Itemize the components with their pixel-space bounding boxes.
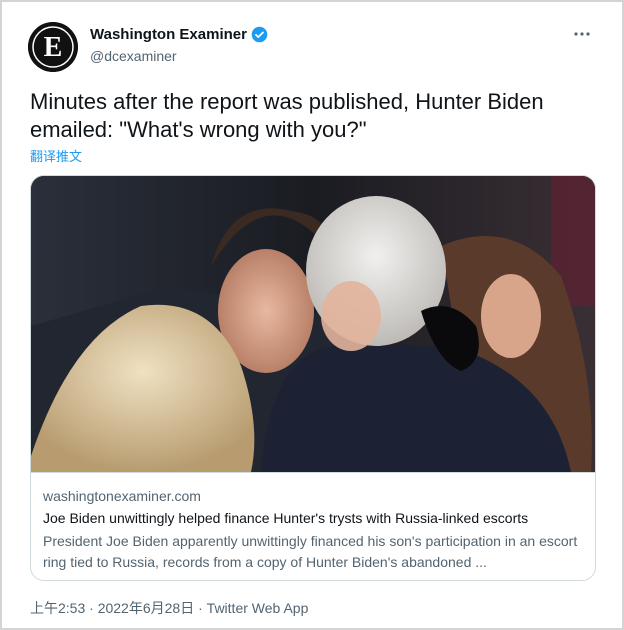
author-display-name[interactable]: Washington Examiner — [90, 26, 247, 43]
tweet-text: Minutes after the report was published, … — [30, 89, 544, 142]
more-dots-icon[interactable] — [572, 24, 592, 44]
source-app-link[interactable]: Twitter Web App — [207, 600, 309, 616]
card-photo — [31, 176, 595, 472]
verified-badge-icon — [251, 26, 268, 43]
card-domain: washingtonexaminer.com — [43, 488, 201, 504]
author-avatar[interactable]: E — [28, 22, 78, 72]
link-card[interactable]: washingtonexaminer.com Joe Biden unwitti… — [30, 175, 596, 581]
card-title: Joe Biden unwittingly helped finance Hun… — [43, 510, 529, 526]
card-description: President Joe Biden apparently unwitting… — [43, 533, 578, 570]
card-body: washingtonexaminer.com Joe Biden unwitti… — [31, 472, 595, 580]
tweet-date[interactable]: 2022年6月28日 — [98, 600, 195, 616]
author-handle[interactable]: @dcexaminer — [90, 48, 268, 64]
avatar-letter: E — [44, 32, 63, 63]
tweet-meta: 上午2:53 · 2022年6月28日 · Twitter Web App — [30, 598, 308, 618]
tweet-frame: E Washington Examiner @dcexaminer Minute… — [0, 0, 624, 630]
meta-separator: · — [89, 600, 94, 616]
tweet-time[interactable]: 上午2:53 — [30, 600, 85, 616]
meta-separator-2: · — [198, 600, 203, 616]
tweet-header: E Washington Examiner @dcexaminer — [28, 20, 600, 72]
author-names: Washington Examiner @dcexaminer — [90, 26, 268, 64]
translate-tweet-link[interactable]: 翻译推文 — [30, 146, 82, 165]
